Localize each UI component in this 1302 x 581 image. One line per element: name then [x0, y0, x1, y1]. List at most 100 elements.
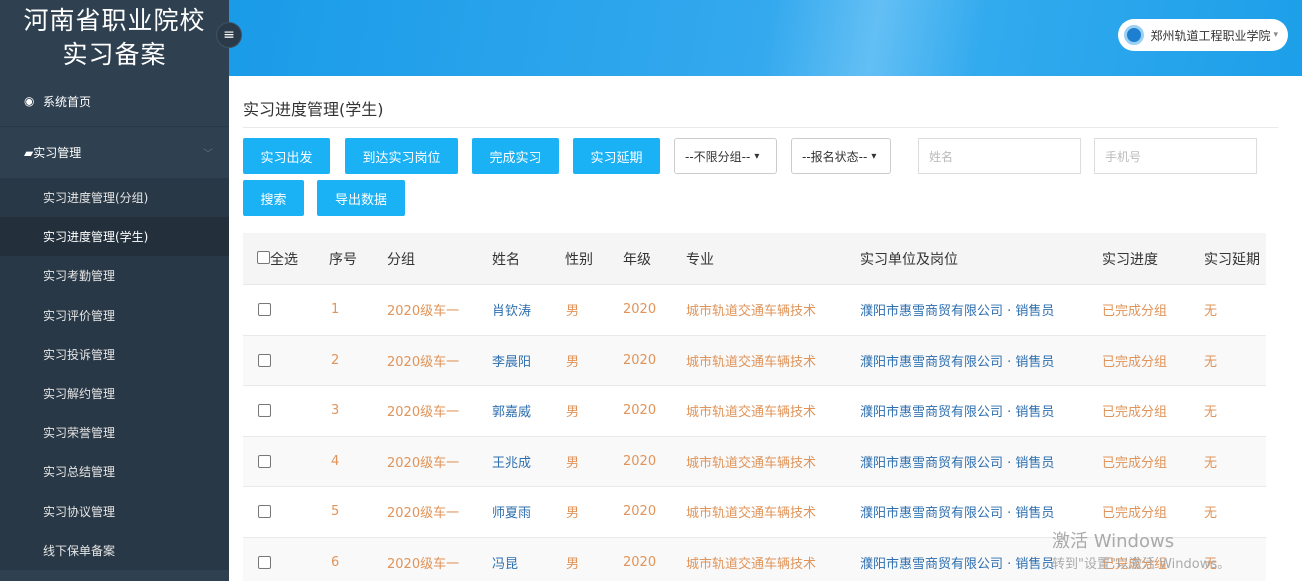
- arrive-button[interactable]: 到达实习岗位: [345, 138, 458, 174]
- row-checkbox[interactable]: [258, 353, 271, 371]
- sidebar-item-home[interactable]: ◉ 系统首页: [0, 76, 229, 126]
- dashboard-icon: ◉: [24, 94, 35, 108]
- cell-name: 郭嘉威: [492, 405, 532, 421]
- sidebar-subitem[interactable]: 实习考勤管理: [0, 256, 229, 295]
- col-delay: 实习延期: [1204, 251, 1260, 268]
- select-all-checkbox[interactable]: [257, 250, 270, 264]
- cell-index: 1: [331, 302, 340, 318]
- cell-grade: 2020: [623, 554, 657, 570]
- row-checkbox[interactable]: [258, 303, 271, 320]
- cell-grade: 2020: [623, 352, 657, 368]
- row-checkbox[interactable]: [258, 555, 271, 573]
- row-checkbox[interactable]: [258, 404, 271, 421]
- cell-group: 2020级车一: [387, 506, 460, 522]
- cell-grade: 2020: [623, 504, 657, 520]
- activation-watermark: 激活 Windows: [1052, 531, 1175, 552]
- cell-unit: 濮阳市惠雪商贸有限公司 · 销售员: [860, 405, 1055, 421]
- sidebar: 河南省职业院校 实习备案 ◉ 系统首页 ▰实习管理 ﹀ 实习进度管理(分组) 实习…: [0, 0, 229, 581]
- cell-name: 肖钦涛: [492, 304, 532, 320]
- cell-name: 李晨阳: [492, 354, 532, 370]
- cell-group: 2020级车一: [387, 304, 460, 320]
- cell-unit: 濮阳市惠雪商贸有限公司 · 销售员: [860, 304, 1055, 320]
- cell-group: 2020级车一: [387, 455, 460, 471]
- sidebar-subitem[interactable]: 实习进度管理(学生): [0, 217, 229, 257]
- cell-progress: 已完成分组: [1102, 405, 1168, 421]
- school-name: 郑州轨道工程职业学院: [1150, 28, 1271, 43]
- table-row: 4 2020级车一 王兆成 男 2020 城市轨道交通车辆技术 濮阳市惠雪商贸有限公司 · …: [243, 435, 1266, 486]
- col-unit: 实习单位及岗位: [860, 251, 958, 268]
- depart-button[interactable]: 实习出发: [243, 138, 330, 174]
- cell-gender: 男: [566, 455, 580, 471]
- cell-group: 2020级车一: [387, 354, 460, 370]
- name-input[interactable]: 姓名: [918, 138, 1081, 174]
- status-select-value: --报名状态--: [802, 149, 868, 164]
- sidebar-subitem[interactable]: 实习评价管理: [0, 296, 229, 335]
- book-icon: ▰: [24, 146, 34, 160]
- activation-watermark-hint: 转到"设置"以激活 Windows。: [1052, 557, 1231, 572]
- cell-delay: 无: [1204, 354, 1218, 370]
- cell-name: 冯昆: [492, 556, 519, 572]
- cell-index: 4: [331, 453, 340, 469]
- sidebar-sub-list: 实习进度管理(分组) 实习进度管理(学生) 实习考勤管理 实习评价管理 实习投诉管理 实习…: [0, 178, 229, 570]
- col-gender: 性别: [565, 251, 593, 268]
- chevron-down-icon: ▾: [871, 150, 877, 162]
- sidebar-group-label: 实习管理: [33, 146, 82, 160]
- menu-toggle-button[interactable]: ≡: [216, 22, 242, 48]
- export-button[interactable]: 导出数据: [317, 180, 405, 216]
- complete-button[interactable]: 完成实习: [472, 138, 559, 174]
- cell-major: 城市轨道交通车辆技术: [686, 304, 817, 320]
- main-content: 实习进度管理(学生) 实习出发 到达实习岗位 完成实习 实习延期 --不限分组-…: [229, 76, 1302, 581]
- col-grade: 年级: [623, 251, 651, 268]
- row-checkbox[interactable]: [258, 454, 271, 472]
- search-button[interactable]: 搜索: [243, 180, 304, 216]
- cell-name: 王兆成: [492, 455, 532, 471]
- cell-group: 2020级车一: [387, 556, 460, 572]
- row-checkbox[interactable]: [258, 505, 271, 522]
- sidebar-subitem[interactable]: 实习总结管理: [0, 452, 229, 491]
- extend-button[interactable]: 实习延期: [573, 138, 660, 174]
- cell-index: 5: [331, 504, 340, 520]
- phone-input[interactable]: 手机号: [1094, 138, 1257, 174]
- school-logo-icon: [1124, 25, 1145, 45]
- cell-index: 2: [331, 352, 340, 368]
- cell-grade: 2020: [623, 302, 657, 318]
- sidebar-subitem[interactable]: 实习进度管理(分组): [0, 178, 229, 217]
- sidebar-subitem[interactable]: 实习投诉管理: [0, 335, 229, 374]
- cell-delay: 无: [1204, 405, 1218, 421]
- cell-delay: 无: [1204, 506, 1218, 522]
- cell-index: 3: [331, 403, 340, 419]
- cell-gender: 男: [566, 304, 580, 320]
- cell-delay: 无: [1204, 455, 1218, 471]
- cell-gender: 男: [566, 506, 580, 522]
- col-progress: 实习进度: [1102, 251, 1158, 268]
- school-selector[interactable]: 郑州轨道工程职业学院 ▾: [1118, 19, 1288, 51]
- cell-grade: 2020: [623, 403, 657, 419]
- sidebar-subitem[interactable]: 实习解约管理: [0, 374, 229, 413]
- cell-major: 城市轨道交通车辆技术: [686, 506, 817, 522]
- status-select[interactable]: --报名状态-- ▾: [791, 138, 891, 174]
- table-header: 全选 序号 分组 姓名 性别 年级 专业 实习单位及岗位 实习进度 实习延期: [243, 233, 1266, 284]
- group-select[interactable]: --不限分组-- ▾: [674, 138, 777, 174]
- cell-delay: 无: [1204, 304, 1218, 320]
- page-title: 实习进度管理(学生): [243, 76, 1278, 128]
- select-all[interactable]: 全选: [257, 249, 298, 269]
- sidebar-group-head[interactable]: ▰实习管理 ﹀: [0, 126, 229, 178]
- cell-group: 2020级车一: [387, 405, 460, 421]
- select-all-label: 全选: [270, 251, 298, 268]
- sidebar-subitem[interactable]: 实习协议管理: [0, 492, 229, 531]
- cell-gender: 男: [566, 405, 580, 421]
- sidebar-subitem[interactable]: 线下保单备案: [0, 531, 229, 570]
- cell-progress: 已完成分组: [1102, 455, 1168, 471]
- cell-unit: 濮阳市惠雪商贸有限公司 · 销售员: [860, 556, 1055, 572]
- cell-progress: 已完成分组: [1102, 304, 1168, 320]
- col-index: 序号: [329, 251, 357, 268]
- brand-title: 河南省职业院校 实习备案: [0, 0, 229, 76]
- cell-major: 城市轨道交通车辆技术: [686, 354, 817, 370]
- table-row: 3 2020级车一 郭嘉威 男 2020 城市轨道交通车辆技术 濮阳市惠雪商贸有限公司 · …: [243, 385, 1266, 436]
- caret-down-icon: ▾: [1273, 30, 1278, 40]
- brand-line-2: 实习备案: [62, 40, 167, 69]
- sidebar-group-internship: ▰实习管理 ﹀ 实习进度管理(分组) 实习进度管理(学生) 实习考勤管理 实习评价管理…: [0, 126, 229, 570]
- cell-grade: 2020: [623, 453, 657, 469]
- cell-major: 城市轨道交通车辆技术: [686, 405, 817, 421]
- sidebar-subitem[interactable]: 实习荣誉管理: [0, 413, 229, 452]
